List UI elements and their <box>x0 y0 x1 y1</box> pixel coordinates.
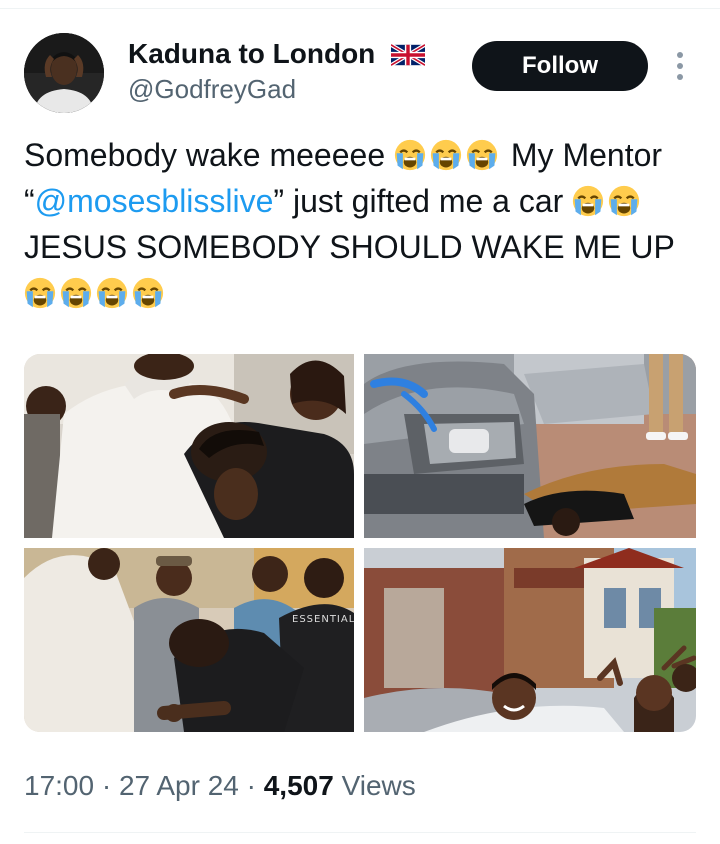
tweet-text: Somebody wake meeeee My Mentor “@mosesbl… <box>24 132 704 316</box>
user-handle[interactable]: @GodfreyGad <box>128 74 296 105</box>
tweet-text-part-3: ” just gifted me a car <box>273 183 573 219</box>
photo-4[interactable] <box>364 548 696 732</box>
media-grid: ESSENTIALS <box>24 354 696 732</box>
follow-button[interactable]: Follow <box>472 41 648 91</box>
tweet-meta: 17:00 · 27 Apr 24 · 4,507 Views <box>24 770 416 802</box>
display-name-text: Kaduna to London <box>128 38 376 69</box>
meta-separator: · <box>246 770 256 801</box>
loudly-crying-face-icon <box>24 277 56 309</box>
bottom-divider <box>24 832 696 833</box>
tweet-time[interactable]: 17:00 <box>24 770 94 801</box>
loudly-crying-face-icon <box>132 277 164 309</box>
tweet-text-part-4: JESUS SOMEBODY SHOULD WAKE ME UP <box>24 229 675 265</box>
loudly-crying-face-icon <box>573 185 604 217</box>
avatar[interactable] <box>24 33 104 113</box>
loudly-crying-face-icon <box>394 139 426 171</box>
uk-flag-icon <box>391 44 426 66</box>
tweet-text-part-1: Somebody wake meeeee <box>24 137 394 173</box>
views-label: Views <box>341 770 416 801</box>
loudly-crying-face-icon <box>466 139 498 171</box>
tweet-date[interactable]: 27 Apr 24 <box>119 770 239 801</box>
meta-separator: · <box>101 770 112 801</box>
photo-1[interactable] <box>24 354 354 538</box>
loudly-crying-face-icon <box>430 139 462 171</box>
photo-2[interactable] <box>364 354 696 538</box>
loudly-crying-face-icon <box>60 277 92 309</box>
loudly-crying-face-icon <box>609 185 640 217</box>
loudly-crying-face-icon <box>96 277 128 309</box>
top-divider <box>0 8 720 9</box>
display-name[interactable]: Kaduna to London <box>128 38 426 70</box>
mention-link[interactable]: @mosesblisslive <box>35 183 274 219</box>
more-vertical-icon[interactable] <box>670 48 690 84</box>
shirt-text: ESSENTIALS <box>292 614 354 625</box>
photo-3[interactable]: ESSENTIALS <box>24 548 354 732</box>
views-count: 4,507 <box>263 770 334 801</box>
